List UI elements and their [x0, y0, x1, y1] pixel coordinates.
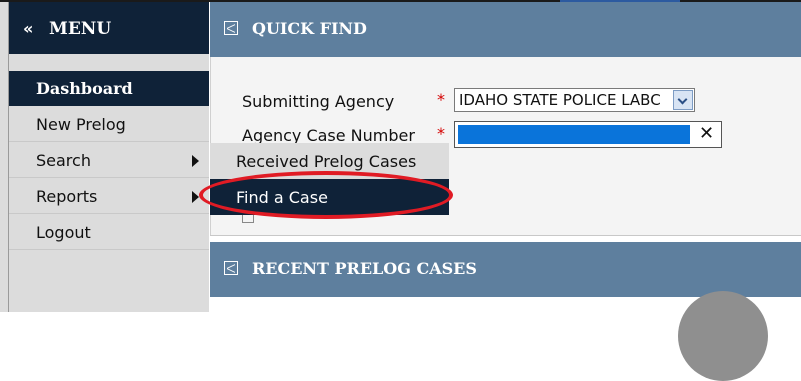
sidebar-item-label: Dashboard	[36, 79, 133, 98]
panel-divider	[210, 235, 801, 236]
menu-title: MENU	[49, 19, 112, 39]
required-marker: *	[437, 124, 445, 143]
quick-find-title: QUICK FIND	[252, 19, 367, 38]
sidebar-item-reports[interactable]: Reports	[9, 179, 209, 214]
selected-text-highlight	[458, 125, 690, 144]
sidebar-item-label: Logout	[36, 223, 91, 242]
flyout-item-received-prelog-cases[interactable]: Received Prelog Cases	[210, 143, 449, 179]
recent-prelog-cases-header[interactable]: RECENT PRELOG CASES	[210, 242, 801, 297]
submitting-agency-select[interactable]: IDAHO STATE POLICE LABC	[454, 88, 695, 112]
sidebar-item-label: Search	[36, 151, 91, 170]
sidebar-item-label: New Prelog	[36, 115, 126, 134]
recent-prelog-cases-title: RECENT PRELOG CASES	[252, 259, 477, 278]
sidebar-item-logout[interactable]: Logout	[9, 215, 209, 250]
menu-header[interactable]: « MENU	[9, 2, 209, 54]
collapse-panel-icon[interactable]	[224, 21, 238, 35]
sidebar-item-new-prelog[interactable]: New Prelog	[9, 107, 209, 142]
clear-icon[interactable]: ✕	[699, 123, 714, 144]
agency-case-number-input[interactable]: ✕	[454, 121, 722, 148]
flyout-item-label: Find a Case	[236, 188, 328, 207]
collapse-icon[interactable]: «	[23, 19, 33, 38]
search-flyout-menu: Received Prelog Cases Find a Case	[210, 143, 449, 215]
submitting-agency-value: IDAHO STATE POLICE LABC	[459, 91, 661, 109]
cursor-overlay	[678, 291, 768, 381]
submenu-arrow-icon	[192, 191, 199, 203]
chevron-down-icon[interactable]	[673, 90, 693, 110]
collapse-panel-icon[interactable]	[224, 261, 238, 275]
checkbox-partial	[242, 215, 254, 223]
quick-find-header[interactable]: QUICK FIND	[210, 2, 801, 57]
sidebar-item-label: Reports	[36, 187, 98, 206]
submitting-agency-label: Submitting Agency	[242, 92, 395, 111]
required-marker: *	[437, 90, 445, 109]
flyout-item-find-a-case[interactable]: Find a Case	[210, 179, 449, 215]
flyout-item-label: Received Prelog Cases	[236, 152, 417, 171]
submenu-arrow-icon	[192, 155, 199, 167]
sidebar-item-search[interactable]: Search	[9, 143, 209, 178]
sidebar-item-dashboard[interactable]: Dashboard	[9, 71, 209, 106]
